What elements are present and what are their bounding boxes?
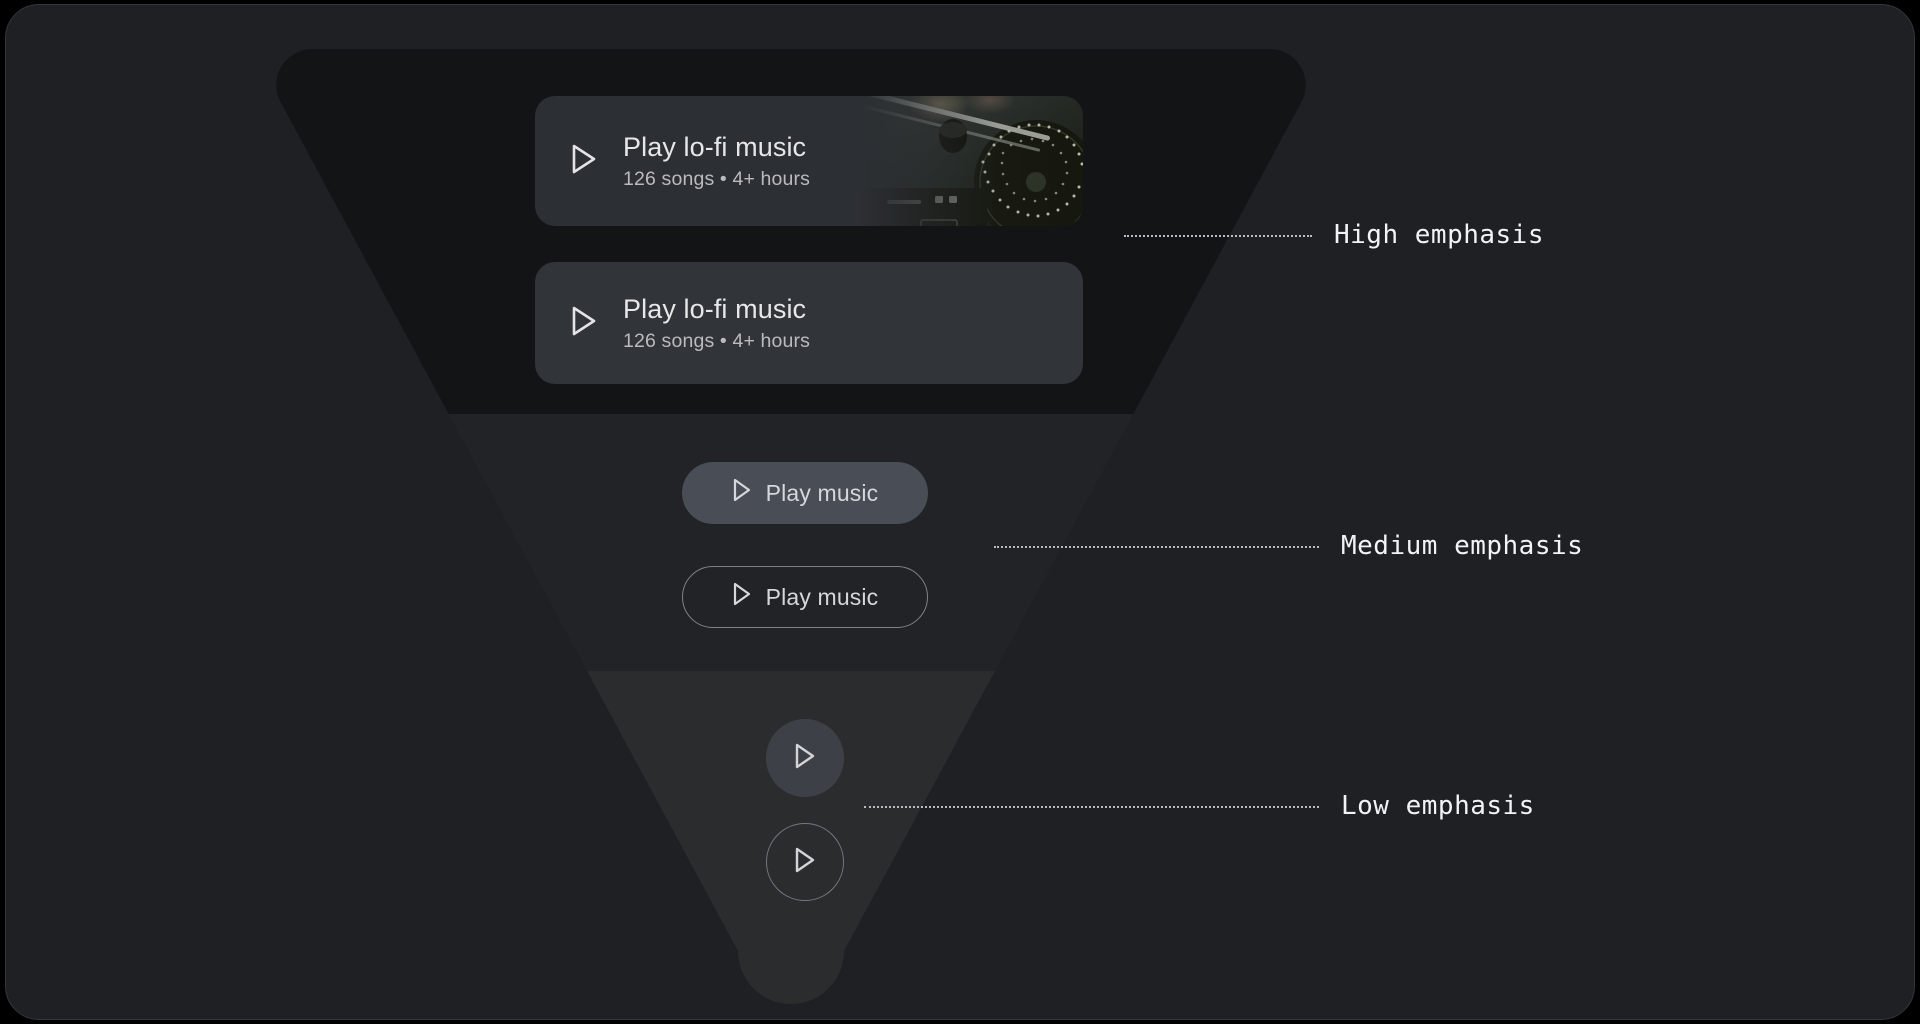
- play-icon-button-filled[interactable]: [766, 719, 844, 797]
- card-play-lofi-music-plain[interactable]: Play lo-fi music 126 songs • 4+ hours: [535, 262, 1083, 384]
- annotation-label: Medium emphasis: [1341, 531, 1584, 561]
- play-triangle-icon: [793, 846, 817, 879]
- funnel-band-medium: [276, 414, 1306, 671]
- card-title: Play lo-fi music: [623, 131, 807, 162]
- play-triangle-icon: [732, 478, 752, 508]
- card-text: Play lo-fi music 126 songs • 4+ hours: [623, 294, 810, 352]
- high-emphasis-group: Play lo-fi music 126 songs • 4+ hours Pl…: [535, 96, 1083, 384]
- leader-line: [994, 546, 1319, 548]
- play-music-outlined-button[interactable]: Play music: [682, 566, 928, 628]
- card-subtitle: 126 songs • 4+ hours: [623, 329, 811, 352]
- card-text: Play lo-fi music 126 songs • 4+ hours: [623, 132, 810, 190]
- play-music-filled-button[interactable]: Play music: [682, 462, 928, 524]
- play-triangle-icon: [732, 582, 752, 612]
- annotation-label: Low emphasis: [1341, 791, 1535, 821]
- card-title: Play lo-fi music: [623, 293, 807, 324]
- play-triangle-icon: [571, 144, 597, 179]
- funnel-band-low: [276, 671, 1306, 1004]
- button-label: Play music: [765, 583, 879, 610]
- leader-line: [1124, 235, 1312, 237]
- screenshot-root: Play lo-fi music 126 songs • 4+ hours Pl…: [0, 0, 1920, 1024]
- play-icon-button-outlined[interactable]: [766, 823, 844, 901]
- card-body: Play lo-fi music 126 songs • 4+ hours: [535, 294, 810, 352]
- leader-line: [864, 806, 1319, 808]
- button-label: Play music: [765, 479, 879, 506]
- card-play-lofi-music-with-image[interactable]: Play lo-fi music 126 songs • 4+ hours: [535, 96, 1083, 226]
- play-triangle-icon: [571, 306, 597, 341]
- card-subtitle: 126 songs • 4+ hours: [623, 167, 811, 190]
- card-body: Play lo-fi music 126 songs • 4+ hours: [535, 132, 810, 190]
- card-thumbnail-image: [861, 96, 1083, 226]
- play-triangle-icon: [793, 742, 817, 775]
- content-frame: Play lo-fi music 126 songs • 4+ hours Pl…: [5, 4, 1915, 1020]
- annotation-label: High emphasis: [1334, 220, 1544, 250]
